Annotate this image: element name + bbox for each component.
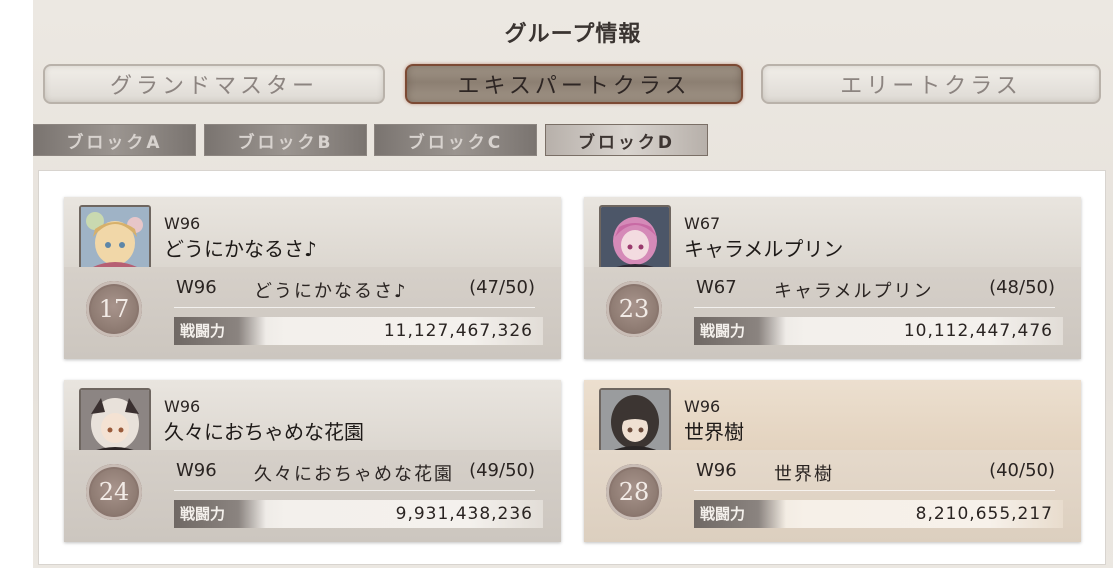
group-card-header: W96 世界樹: [584, 380, 1081, 454]
tab-elite-class[interactable]: エリートクラス: [761, 64, 1101, 104]
row-server: W96: [176, 277, 217, 298]
group-name: キャラメルプリン: [684, 237, 844, 261]
row-group-name: 久々におちゃめな花園: [254, 464, 454, 485]
combat-power-label: 戦闘力: [694, 317, 786, 345]
group-avatar: [79, 205, 151, 271]
row-group-name: 世界樹: [774, 464, 834, 485]
rank-badge: 28: [606, 464, 662, 520]
tab-block-d[interactable]: ブロックD: [545, 124, 708, 156]
group-name: 世界樹: [684, 420, 744, 444]
rank-badge: 23: [606, 281, 662, 337]
tab-grandmaster[interactable]: グランドマスター: [43, 64, 385, 104]
row-server: W96: [696, 460, 737, 481]
group-card-header: W96 どうにかなるさ♪: [64, 197, 561, 271]
combat-power-value: 9,931,438,236: [395, 504, 533, 524]
group-card-own[interactable]: W96 世界樹 28 W96 世界樹 (40/50) 戦闘力 8,210,655…: [584, 380, 1081, 542]
divider: [174, 490, 535, 491]
divider: [694, 490, 1055, 491]
group-card-body: 28 W96 世界樹 (40/50) 戦闘力 8,210,655,217: [584, 450, 1081, 542]
combat-power-bar: 戦闘力 8,210,655,217: [694, 500, 1063, 528]
group-server: W67: [684, 214, 721, 233]
combat-power-bar: 戦闘力 9,931,438,236: [174, 500, 543, 528]
group-name: 久々におちゃめな花園: [164, 420, 364, 444]
group-card-body: 24 W96 久々におちゃめな花園 (49/50) 戦闘力 9,931,438,…: [64, 450, 561, 542]
group-card[interactable]: W67 キャラメルプリン 23 W67 キャラメルプリン (48/50) 戦闘力…: [584, 197, 1081, 359]
row-server: W96: [176, 460, 217, 481]
combat-power-label: 戦闘力: [694, 500, 786, 528]
member-count: (40/50): [989, 460, 1055, 481]
group-list-panel: W96 どうにかなるさ♪ 17 W96 どうにかなるさ♪ (47/50) 戦闘力…: [38, 170, 1106, 565]
group-name: どうにかなるさ♪: [164, 237, 317, 261]
row-group-name: どうにかなるさ♪: [254, 281, 408, 302]
rank-badge: 17: [86, 281, 142, 337]
divider: [694, 307, 1055, 308]
group-server: W96: [684, 397, 721, 416]
row-server: W67: [696, 277, 737, 298]
combat-power-value: 8,210,655,217: [915, 504, 1053, 524]
rank-badge: 24: [86, 464, 142, 520]
group-card-body: 17 W96 どうにかなるさ♪ (47/50) 戦闘力 11,127,467,3…: [64, 267, 561, 359]
group-server: W96: [164, 397, 201, 416]
tab-block-c[interactable]: ブロックC: [374, 124, 537, 156]
member-count: (47/50): [469, 277, 535, 298]
group-avatar: [599, 388, 671, 454]
combat-power-value: 11,127,467,326: [383, 321, 533, 341]
combat-power-value: 10,112,447,476: [903, 321, 1053, 341]
group-card[interactable]: W96 久々におちゃめな花園 24 W96 久々におちゃめな花園 (49/50)…: [64, 380, 561, 542]
group-server: W96: [164, 214, 201, 233]
combat-power-label: 戦闘力: [174, 500, 266, 528]
divider: [174, 307, 535, 308]
page-title: グループ情報: [504, 21, 642, 47]
tab-block-a[interactable]: ブロックA: [33, 124, 196, 156]
group-avatar: [599, 205, 671, 271]
tab-block-b[interactable]: ブロックB: [204, 124, 367, 156]
combat-power-bar: 戦闘力 10,112,447,476: [694, 317, 1063, 345]
group-card-header: W67 キャラメルプリン: [584, 197, 1081, 271]
member-count: (49/50): [469, 460, 535, 481]
group-card-header: W96 久々におちゃめな花園: [64, 380, 561, 454]
combat-power-bar: 戦闘力 11,127,467,326: [174, 317, 543, 345]
tab-expert-class[interactable]: エキスパートクラス: [405, 64, 743, 104]
combat-power-label: 戦闘力: [174, 317, 266, 345]
member-count: (48/50): [989, 277, 1055, 298]
group-avatar: [79, 388, 151, 454]
group-card[interactable]: W96 どうにかなるさ♪ 17 W96 どうにかなるさ♪ (47/50) 戦闘力…: [64, 197, 561, 359]
group-card-body: 23 W67 キャラメルプリン (48/50) 戦闘力 10,112,447,4…: [584, 267, 1081, 359]
row-group-name: キャラメルプリン: [774, 281, 934, 302]
